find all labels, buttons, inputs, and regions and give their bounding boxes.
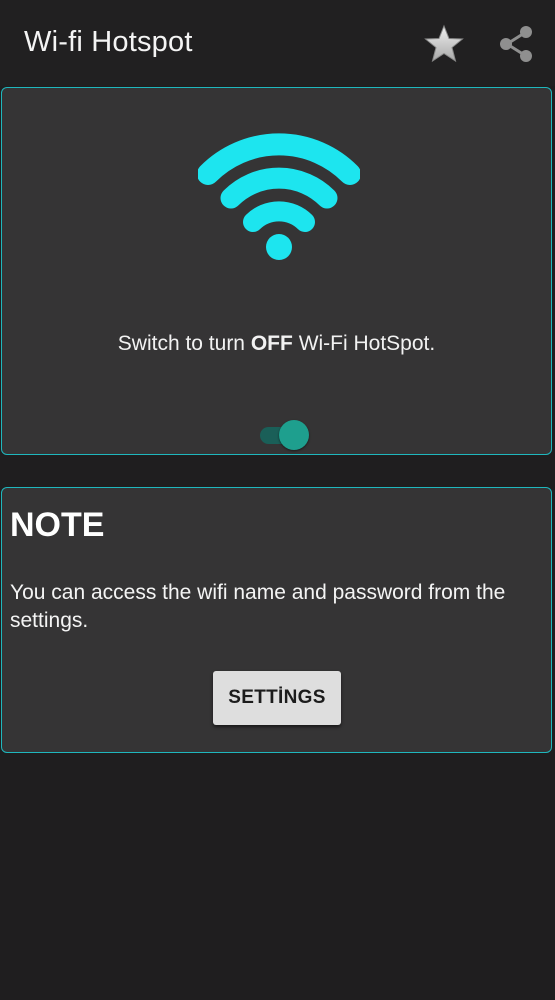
status-state: OFF	[250, 332, 293, 355]
note-card: NOTE You can access the wifi name and pa…	[1, 487, 552, 753]
favorite-button[interactable]	[422, 22, 466, 66]
hotspot-status-text: Switch to turn OFF Wi-Fi HotSpot.	[2, 332, 551, 356]
star-icon	[424, 24, 464, 63]
toolbar: Wi-fi Hotspot	[0, 0, 555, 86]
hotspot-card: Switch to turn OFF Wi-Fi HotSpot.	[1, 87, 552, 455]
note-title: NOTE	[10, 506, 105, 544]
note-text: You can access the wifi name and passwor…	[10, 581, 506, 632]
status-suffix: Wi-Fi HotSpot.	[298, 332, 436, 355]
hotspot-toggle[interactable]	[258, 419, 310, 450]
wifi-icon	[197, 130, 361, 264]
toolbar-title: Wi-fi Hotspot	[24, 26, 193, 58]
status-prefix: Switch to turn	[117, 332, 245, 355]
settings-button[interactable]: SETTİNGS	[213, 671, 341, 725]
toggle-thumb	[279, 420, 309, 450]
share-button[interactable]	[494, 22, 538, 66]
app-root: Wi-fi Hotspot Switch to turn OFF Wi-Fi H…	[0, 0, 555, 1000]
share-icon	[500, 26, 532, 62]
